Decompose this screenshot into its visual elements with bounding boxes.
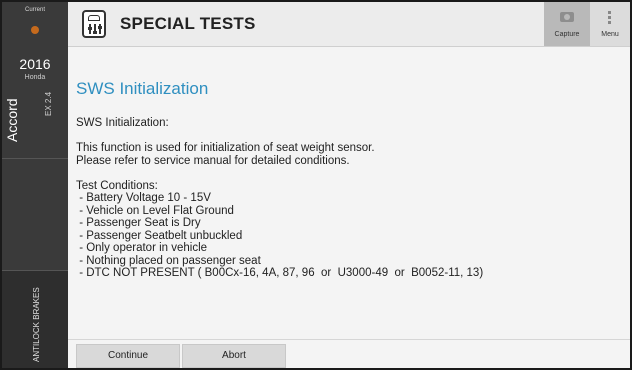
condition-item: - Passenger Seat is Dry [76,217,201,229]
vehicle-make: Honda [24,74,46,81]
condition-item: - Passenger Seatbelt unbuckled [76,229,243,242]
condition-item: - DTC NOT PRESENT ( B00Cx-16, 4A, 87, 96… [76,267,484,279]
vehicle-sidebar: Current 2016 Honda Accord EX 2.4 ANTILOC… [2,2,68,368]
vehicle-trim: EX 2.4 [44,91,53,116]
vehicle-year: 2016 [19,56,51,72]
system-tab-label: ANTILOCK BRAKES [32,287,41,362]
capture-button[interactable]: Capture [544,2,590,46]
app-frame: Current 2016 Honda Accord EX 2.4 ANTILOC… [0,0,632,370]
condition-item: - Nothing placed on passenger seat [76,254,261,267]
abort-button[interactable]: Abort [182,344,286,368]
vehicle-model: Accord [4,98,20,142]
description-line: Please refer to service manual for detai… [76,154,350,167]
kebab-menu-icon [608,11,611,26]
status-dot-icon [31,26,39,34]
condition-item: - Only operator in vehicle [76,242,208,254]
special-tests-icon [82,10,106,38]
test-content: SWS Initialization SWS Initialization: T… [68,47,630,339]
condition-item: - Battery Voltage 10 - 15V [76,192,211,204]
camera-icon [560,12,574,22]
header-bar: SPECIAL TESTS Capture Menu [68,2,630,47]
condition-item: - Vehicle on Level Flat Ground [76,204,234,217]
test-title: SWS Initialization [76,79,209,98]
page-title: SPECIAL TESTS [120,14,256,33]
menu-button[interactable]: Menu [590,2,630,46]
conditions-heading: Test Conditions: [76,179,158,192]
test-description: SWS Initialization: This function is use… [76,117,616,280]
action-bar: Continue Abort [68,339,630,368]
menu-label: Menu [601,31,619,38]
intro-text: SWS Initialization: [76,117,169,129]
description-line: This function is used for initialization… [76,142,375,154]
capture-label: Capture [554,31,580,38]
current-label: Current [24,7,45,13]
continue-button[interactable]: Continue [76,344,180,368]
sidebar-divider [2,158,68,159]
